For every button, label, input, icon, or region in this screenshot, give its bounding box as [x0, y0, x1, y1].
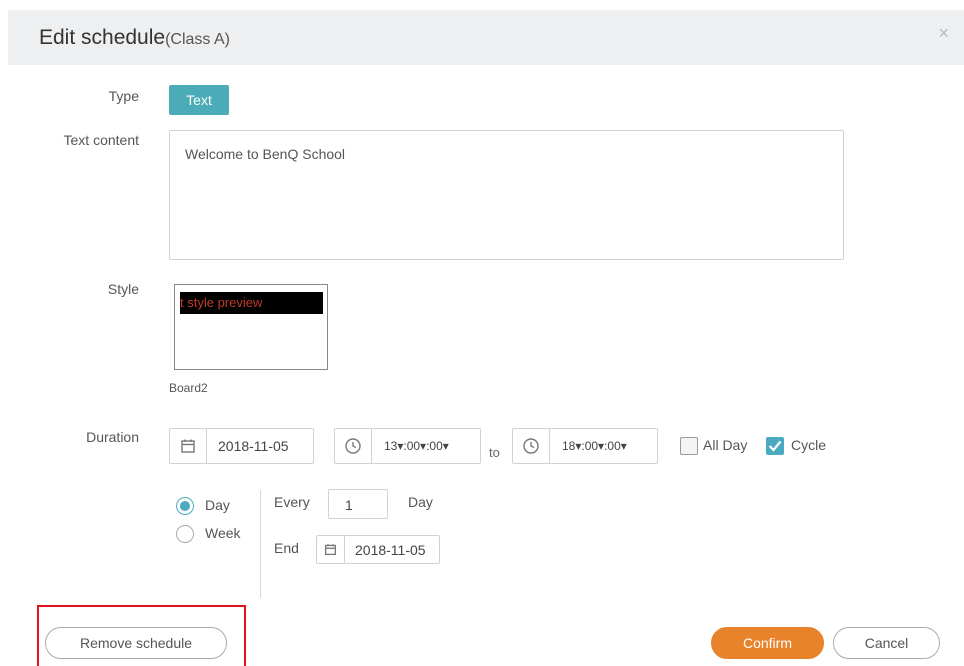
clock-icon [513, 429, 550, 463]
every-label: Every [274, 494, 310, 510]
recurrence-week-radio[interactable] [176, 525, 194, 543]
every-count-input[interactable]: 1 [328, 489, 388, 519]
all-day-checkbox[interactable] [680, 437, 698, 455]
end-date-value: 2018-11-05 [355, 542, 426, 558]
type-text-button[interactable]: Text [169, 85, 229, 115]
start-date-value: 2018-11-05 [218, 438, 289, 454]
confirm-button[interactable]: Confirm [711, 627, 824, 659]
style-preview-card[interactable]: t style preview [174, 284, 328, 370]
end-time-picker[interactable]: 18▾:00▾:00▾ [512, 428, 658, 464]
end-time-value: 18▾:00▾:00▾ [562, 439, 627, 453]
style-board-name: Board2 [169, 381, 208, 395]
dialog-title: Edit schedule(Class A) [39, 26, 230, 50]
cycle-checkbox[interactable] [766, 437, 784, 455]
recurrence-week-label: Week [205, 525, 241, 541]
recurrence-day-label: Day [205, 497, 230, 513]
checkmark-icon [768, 440, 782, 452]
every-unit-label: Day [408, 494, 433, 510]
type-label: Type [108, 88, 139, 104]
dialog-title-text: Edit schedule [39, 26, 166, 49]
all-day-label: All Day [703, 437, 748, 453]
to-label: to [489, 445, 500, 460]
close-icon[interactable]: × [938, 24, 949, 42]
dialog-subtitle: (Class A) [165, 31, 230, 48]
cancel-button[interactable]: Cancel [833, 627, 940, 659]
duration-label: Duration [86, 429, 139, 445]
calendar-icon [317, 536, 345, 563]
cycle-label: Cycle [791, 437, 827, 453]
start-time-value: 13▾:00▾:00▾ [384, 439, 449, 453]
style-label: Style [107, 281, 139, 297]
start-date-picker[interactable]: 2018-11-05 [169, 428, 314, 464]
remove-schedule-highlight-box [37, 605, 246, 666]
end-label: End [274, 540, 299, 556]
dialog-header: Edit schedule(Class A) × [8, 10, 964, 65]
clock-icon [335, 429, 372, 463]
text-content-input[interactable]: Welcome to BenQ School [169, 130, 844, 260]
recurrence-divider [260, 490, 261, 598]
recurrence-day-radio[interactable] [176, 497, 194, 515]
start-time-picker[interactable]: 13▾:00▾:00▾ [334, 428, 481, 464]
end-date-picker[interactable]: 2018-11-05 [316, 535, 440, 564]
style-preview-text: t style preview [180, 292, 323, 314]
text-content-label: Text content [63, 132, 140, 148]
calendar-icon [170, 429, 207, 463]
